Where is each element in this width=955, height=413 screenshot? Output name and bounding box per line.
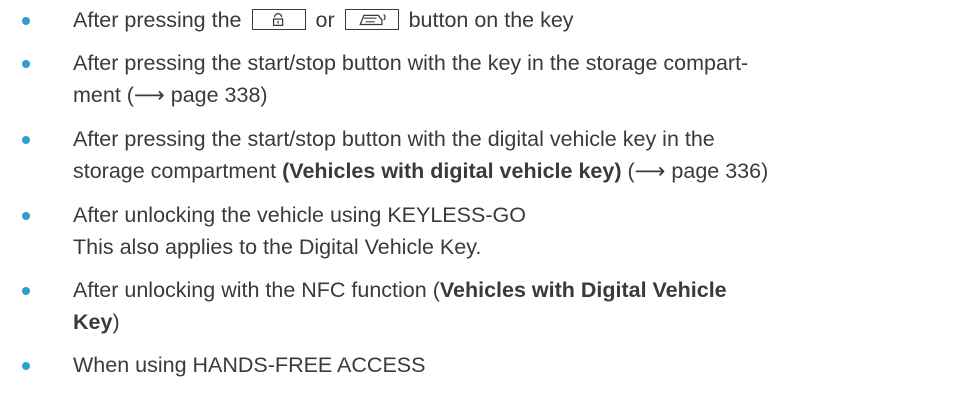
item-text: storage compartment bbox=[73, 159, 283, 183]
page-reference: page 336) bbox=[665, 159, 769, 183]
item-text: After unlocking the vehicle using KEYLES… bbox=[73, 203, 526, 227]
item-text: After pressing the start/stop button wit… bbox=[73, 51, 749, 75]
list-item: After unlocking with the NFC function (V… bbox=[0, 274, 955, 338]
item-note: This also applies to the Digital Vehicle… bbox=[73, 235, 482, 259]
bullet-dot bbox=[22, 362, 30, 370]
item-text: When using HANDS-FREE ACCESS bbox=[73, 353, 426, 377]
item-text: ) bbox=[112, 310, 120, 334]
tailgate-key-icon bbox=[344, 9, 399, 30]
list-item: After pressing the or button on the key bbox=[0, 4, 955, 36]
list-item: When using HANDS-FREE ACCESS bbox=[0, 349, 955, 381]
cross-reference-arrow: ⟶ bbox=[634, 159, 666, 184]
item-text: or bbox=[315, 8, 335, 32]
item-text: ment ( bbox=[73, 83, 134, 107]
document-page: After pressing the or button on the key bbox=[0, 0, 955, 413]
list-item: After unlocking the vehicle using KEYLES… bbox=[0, 199, 955, 263]
unlock-key-icon bbox=[251, 9, 306, 30]
item-text: button on the key bbox=[408, 8, 574, 32]
item-text: After pressing the start/stop button wit… bbox=[73, 127, 715, 151]
bullet-dot bbox=[22, 17, 30, 25]
cross-reference-arrow: ⟶ bbox=[133, 83, 165, 108]
list-item: After pressing the start/stop button wit… bbox=[0, 123, 955, 188]
bullet-dot bbox=[22, 136, 30, 144]
page-reference: page 338) bbox=[164, 83, 268, 107]
item-text: ( bbox=[621, 159, 635, 183]
bullet-dot bbox=[22, 60, 30, 68]
vehicle-equipment-note: Vehicles with Digital Vehicle bbox=[439, 278, 727, 302]
vehicle-equipment-note: Key bbox=[73, 310, 113, 334]
vehicle-equipment-note: (Vehicles with digital vehicle key) bbox=[282, 159, 622, 183]
bullet-list: After pressing the or button on the key bbox=[0, 4, 955, 392]
item-text: After pressing the bbox=[73, 8, 242, 32]
bullet-dot bbox=[22, 287, 30, 295]
bullet-dot bbox=[22, 212, 30, 220]
item-text: After unlocking with the NFC function ( bbox=[73, 278, 440, 302]
list-item: After pressing the start/stop button wit… bbox=[0, 47, 955, 112]
